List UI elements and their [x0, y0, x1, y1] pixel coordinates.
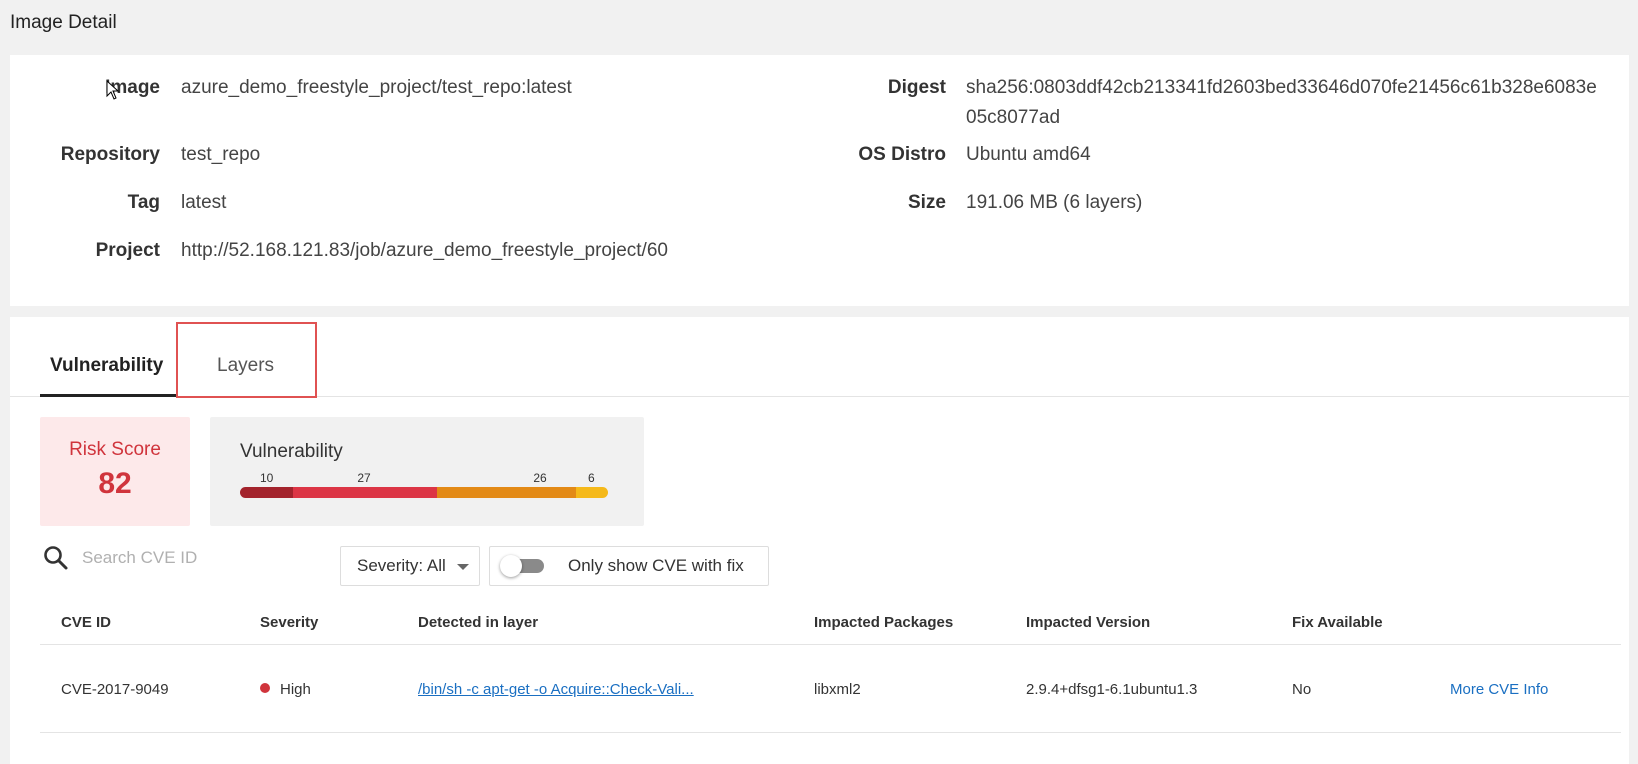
header-cve-id: CVE ID: [61, 614, 112, 631]
header-fix-available: Fix Available: [1292, 614, 1383, 631]
header-severity: Severity: [260, 614, 319, 631]
version-cell: 2.9.4+dfsg1-6.1ubuntu1.3: [1026, 681, 1198, 698]
vulnerability-panel: Vulnerability Layers Risk Score 82 Vulne…: [10, 317, 1629, 764]
tab-bar: Vulnerability Layers: [10, 317, 1629, 397]
tab-layers[interactable]: Layers: [217, 355, 274, 377]
fix-only-toggle-label: Only show CVE with fix: [568, 556, 744, 575]
fix-only-toggle[interactable]: Only show CVE with fix: [489, 546, 769, 586]
severity-text: High: [280, 681, 311, 698]
severity-bar-segment: [293, 487, 438, 498]
info-row-tag: Tag latest: [10, 188, 227, 218]
tab-vulnerability[interactable]: Vulnerability: [40, 355, 176, 397]
image-info-card: Image azure_demo_freestyle_project/test_…: [10, 55, 1629, 306]
project-value: http://52.168.121.83/job/azure_demo_free…: [181, 240, 668, 261]
toggle-switch[interactable]: [500, 555, 544, 577]
toggle-knob: [500, 555, 522, 577]
package-cell: libxml2: [814, 681, 861, 698]
os-distro-label: OS Distro: [858, 144, 946, 165]
severity-dot-icon: [260, 683, 270, 693]
tag-value: latest: [181, 192, 227, 213]
info-row-image: Image azure_demo_freestyle_project/test_…: [10, 73, 572, 103]
image-label: Image: [105, 77, 160, 98]
table-row: CVE-2017-9049 High /bin/sh -c apt-get -o…: [40, 645, 1621, 733]
detected-layer-link[interactable]: /bin/sh -c apt-get -o Acquire::Check-Val…: [418, 681, 694, 698]
severity-filter-select[interactable]: Severity: All: [340, 546, 480, 586]
severity-filter-value: Severity: All: [357, 556, 446, 575]
severity-bar-segment: [575, 487, 608, 498]
info-row-os-distro: OS Distro Ubuntu amd64: [756, 140, 1606, 170]
digest-value: sha256:0803ddf42cb213341fd2603bed33646d0…: [966, 77, 1597, 128]
severity-count-label: 26: [533, 471, 547, 485]
severity-distribution-bar: [240, 487, 608, 498]
table-header: CVE ID Severity Detected in layer Impact…: [40, 587, 1621, 645]
size-value: 191.06 MB (6 layers): [966, 192, 1143, 213]
cve-id-cell: CVE-2017-9049: [61, 681, 169, 698]
severity-bar-segment: [240, 487, 294, 498]
vulnerability-summary-card: Vulnerability 10 27 26 6: [210, 417, 644, 526]
search-icon: [44, 546, 68, 570]
cve-table: CVE ID Severity Detected in layer Impact…: [40, 587, 1621, 733]
severity-count-label: 6: [588, 471, 595, 485]
risk-score-card: Risk Score 82: [40, 417, 190, 526]
repository-label: Repository: [60, 144, 160, 165]
severity-bar-segment: [437, 487, 576, 498]
os-distro-value: Ubuntu amd64: [966, 144, 1091, 165]
risk-score-label: Risk Score: [69, 439, 161, 460]
info-row-digest: Digest sha256:0803ddf42cb213341fd2603bed…: [756, 73, 1606, 133]
digest-label: Digest: [887, 77, 946, 98]
repository-value: test_repo: [181, 144, 261, 165]
more-cve-info-link[interactable]: More CVE Info: [1450, 681, 1548, 698]
caret-down-icon: [457, 564, 469, 570]
image-value: azure_demo_freestyle_project/test_repo:l…: [181, 77, 572, 98]
info-row-repository: Repository test_repo: [10, 140, 260, 170]
header-impacted-packages: Impacted Packages: [814, 614, 954, 631]
risk-score-value: 82: [98, 467, 132, 500]
header-impacted-version: Impacted Version: [1026, 614, 1151, 631]
tag-label: Tag: [127, 192, 160, 213]
severity-cell: High: [260, 681, 311, 698]
severity-count-label: 27: [357, 471, 371, 485]
search-cve-input[interactable]: [82, 543, 322, 573]
header-detected-layer: Detected in layer: [418, 614, 539, 631]
page-title: Image Detail: [10, 12, 117, 33]
fix-available-cell: No: [1292, 681, 1312, 698]
mouse-cursor-icon: [106, 80, 120, 100]
info-row-project: Project http://52.168.121.83/job/azure_d…: [10, 236, 668, 266]
vulnerability-summary-title: Vulnerability: [240, 441, 343, 462]
severity-count-label: 10: [260, 471, 274, 485]
size-label: Size: [907, 192, 946, 213]
info-row-size: Size 191.06 MB (6 layers): [756, 188, 1606, 218]
project-label: Project: [95, 240, 160, 261]
